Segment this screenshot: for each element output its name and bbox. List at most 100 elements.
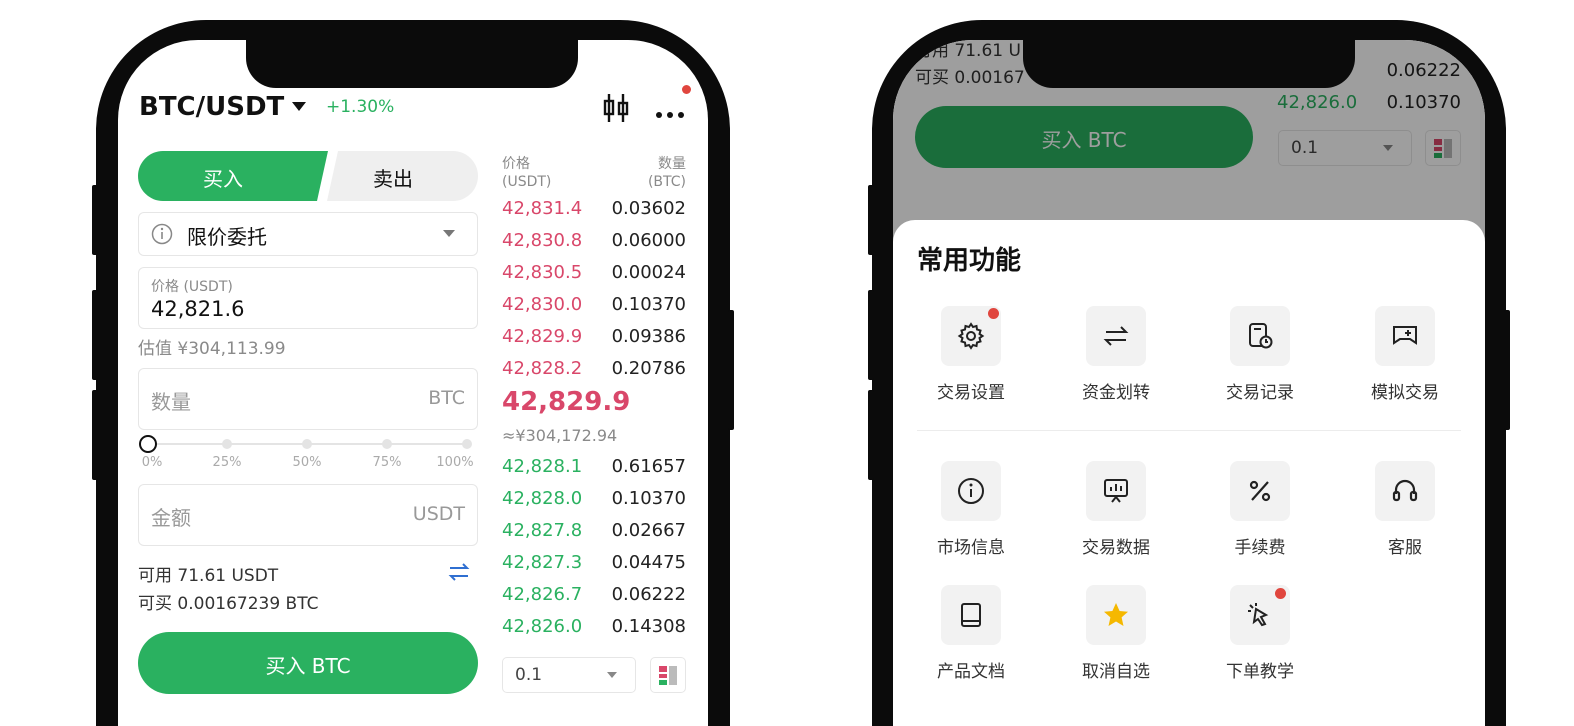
gear-icon xyxy=(957,322,985,350)
ask-qty: 0.20786 xyxy=(611,358,686,379)
available-balance: 可用 71.61 USDT xyxy=(138,566,279,586)
transfer-icon[interactable] xyxy=(448,561,470,587)
ask-price: 42,830.5 xyxy=(502,262,583,283)
data-icon xyxy=(1104,479,1128,503)
last-price-cny: ≈¥304,172.94 xyxy=(502,426,618,445)
bid-qty: 0.61657 xyxy=(611,456,686,477)
left-screen: BTC/USDT +1.30% 买入 卖出 限价委托 价格 (USDT) 42,… xyxy=(118,40,708,726)
remove-favorite-tile[interactable] xyxy=(1086,585,1146,645)
right-phone-side-button xyxy=(868,185,874,255)
left-phone-side-button xyxy=(728,310,734,430)
tile-label: 产品文档 xyxy=(937,662,1005,682)
tile-label: 取消自选 xyxy=(1082,662,1150,682)
product-docs-tile[interactable] xyxy=(941,585,1001,645)
bid-row[interactable]: 42,828.0 0.10370 xyxy=(502,483,686,515)
ask-row[interactable]: 42,831.4 0.03602 xyxy=(502,193,686,225)
bid-price: 42,828.0 xyxy=(502,488,583,509)
quantity-slider[interactable]: 0% 25% 50% 75% 100% xyxy=(139,435,474,470)
buy-btc-button[interactable]: 买入 BTC xyxy=(138,632,478,694)
last-price: 42,829.9 xyxy=(502,387,631,417)
quantity-input[interactable]: 数量 BTC xyxy=(138,368,478,430)
order-type-select[interactable]: 限价委托 xyxy=(138,212,478,256)
right-notch xyxy=(1023,40,1355,88)
bid-row[interactable]: 42,828.1 0.61657 xyxy=(502,451,686,483)
tab-sell[interactable]: 卖出 xyxy=(353,163,433,192)
ask-price: 42,828.2 xyxy=(502,358,583,379)
badge-dot xyxy=(988,308,999,319)
slider-tick-label: 25% xyxy=(212,455,242,470)
trade-history-tile[interactable] xyxy=(1230,306,1290,366)
ask-row[interactable]: 42,828.2 0.20786 xyxy=(502,353,686,385)
amount-unit: USDT xyxy=(412,503,465,525)
depth-select[interactable]: 0.1 xyxy=(502,657,636,693)
slider-stop[interactable] xyxy=(382,439,392,449)
tile-label: 手续费 xyxy=(1234,538,1286,558)
bid-row[interactable]: 42,826.7 0.06222 xyxy=(502,579,686,611)
headset-icon xyxy=(1392,479,1418,502)
tab-buy[interactable]: 买入 xyxy=(183,163,263,192)
price-column-header: 价格 xyxy=(502,156,530,172)
star-icon xyxy=(1104,603,1128,626)
price-column-unit: (USDT) xyxy=(502,174,552,190)
bid-row[interactable]: 42,827.8 0.02667 xyxy=(502,515,686,547)
buy-btc-button-label: 买入 BTC xyxy=(265,654,351,678)
info-icon xyxy=(958,478,984,504)
ask-row[interactable]: 42,830.8 0.06000 xyxy=(502,225,686,257)
demo-trading-tile[interactable] xyxy=(1375,306,1435,366)
slider-handle[interactable] xyxy=(139,435,157,453)
tile-label: 资金划转 xyxy=(1082,383,1150,403)
bid-price: 42,826.0 xyxy=(502,616,583,637)
candlestick-chart-icon[interactable] xyxy=(602,92,630,124)
ask-row[interactable]: 42,829.9 0.09386 xyxy=(502,321,686,353)
fund-transfer-tile[interactable] xyxy=(1086,306,1146,366)
slider-tick-label: 75% xyxy=(372,455,402,470)
slider-stop[interactable] xyxy=(302,439,312,449)
ask-qty: 0.10370 xyxy=(611,294,686,315)
ask-row[interactable]: 42,830.5 0.00024 xyxy=(502,257,686,289)
tile-label: 交易设置 xyxy=(937,383,1005,403)
bid-qty: 0.04475 xyxy=(611,552,686,573)
tile-label: 交易记录 xyxy=(1226,383,1294,403)
qty-column-header: 数量 xyxy=(658,156,686,172)
fees-tile[interactable] xyxy=(1230,461,1290,521)
left-phone-side-button xyxy=(92,390,98,480)
price-input-label: 价格 (USDT) xyxy=(151,279,233,295)
sheet-title: 常用功能 xyxy=(917,246,1022,276)
orderbook-layout-icon[interactable] xyxy=(650,657,686,693)
customer-service-tile[interactable] xyxy=(1375,461,1435,521)
tile-label: 交易数据 xyxy=(1082,538,1150,558)
quantity-unit: BTC xyxy=(428,387,465,409)
price-input[interactable]: 价格 (USDT) 42,821.6 xyxy=(138,267,478,329)
ask-row[interactable]: 42,830.0 0.10370 xyxy=(502,289,686,321)
buy-sell-tabs: 买入 卖出 xyxy=(138,151,478,201)
tile-label: 市场信息 xyxy=(937,538,1005,558)
transfer-icon xyxy=(1103,326,1129,346)
book-icon xyxy=(961,603,981,627)
tile-label: 模拟交易 xyxy=(1371,383,1439,403)
left-notch xyxy=(246,40,578,88)
pair-title[interactable]: BTC/USDT xyxy=(139,92,284,122)
pair-dropdown-icon[interactable] xyxy=(292,102,306,111)
trading-data-tile[interactable] xyxy=(1086,461,1146,521)
estimated-value: 估值 ¥304,113.99 xyxy=(138,339,286,359)
right-phone-side-button xyxy=(868,390,874,480)
left-phone-side-button xyxy=(92,290,98,380)
bid-qty: 0.02667 xyxy=(611,520,686,541)
badge-dot xyxy=(1275,588,1286,599)
more-icon[interactable] xyxy=(654,104,688,118)
chevron-down-icon xyxy=(443,230,455,237)
bid-row[interactable]: 42,827.3 0.04475 xyxy=(502,547,686,579)
ask-price: 42,829.9 xyxy=(502,326,583,347)
bid-row[interactable]: 42,826.0 0.14308 xyxy=(502,611,686,643)
depth-select-value: 0.1 xyxy=(515,665,543,685)
ask-qty: 0.06000 xyxy=(611,230,686,251)
ask-qty: 0.09386 xyxy=(611,326,686,347)
right-phone-side-button xyxy=(1504,310,1510,430)
slider-tick-label: 0% xyxy=(141,455,163,470)
market-info-tile[interactable] xyxy=(941,461,1001,521)
slider-stop[interactable] xyxy=(222,439,232,449)
slider-stop[interactable] xyxy=(462,439,472,449)
amount-input[interactable]: 金额 USDT xyxy=(138,484,478,546)
slider-tick-label: 50% xyxy=(292,455,322,470)
price-change: +1.30% xyxy=(326,97,395,117)
